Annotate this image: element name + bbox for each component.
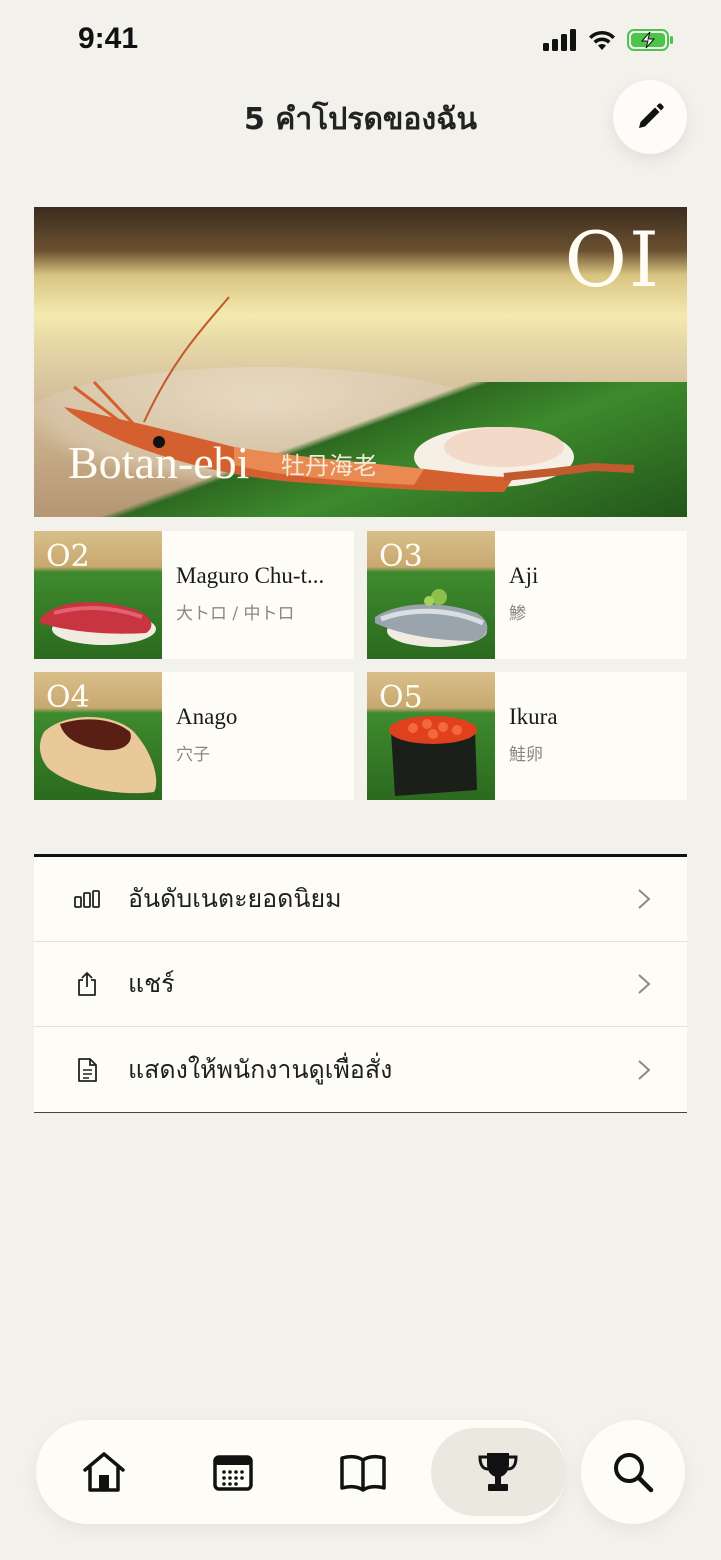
book-icon	[340, 1454, 386, 1492]
edit-button[interactable]	[613, 80, 687, 154]
trophy-icon	[478, 1453, 518, 1491]
menu-label: แสดงให้พนักงานดูเพื่อสั่ง	[128, 1054, 393, 1084]
menu-item-popular-ranking[interactable]: อันดับเนตะยอดนิยม	[34, 857, 687, 942]
hero-rank: OI	[564, 215, 661, 304]
card-name-jp: 大トロ / 中トロ	[176, 604, 295, 624]
tab-favorites[interactable]	[430, 1428, 567, 1516]
tab-bar	[36, 1420, 567, 1524]
chevron-right-icon	[638, 1059, 651, 1080]
favorite-card[interactable]: O3 Aji 鯵	[367, 531, 687, 659]
favorite-card[interactable]: O2 Maguro Chu-t... 大トロ / 中トロ	[34, 531, 354, 659]
battery-charging-icon	[627, 29, 673, 51]
menu-label: แชร์	[128, 969, 175, 998]
card-name: Anago	[176, 704, 238, 729]
search-button[interactable]	[581, 1420, 685, 1524]
hero-name-jp: 牡丹海老	[281, 452, 377, 480]
chevron-right-icon	[638, 889, 651, 909]
tab-book[interactable]	[301, 1428, 425, 1516]
favorite-card[interactable]: O5 Ikura 鮭卵	[367, 672, 687, 800]
home-icon	[83, 1452, 125, 1492]
anago-image: O4	[34, 672, 162, 800]
menu-item-share[interactable]: แชร์	[34, 942, 687, 1027]
aji-image: O3	[367, 531, 495, 659]
menu-item-show-staff[interactable]: แสดงให้พนักงานดูเพื่อสั่ง	[34, 1027, 687, 1112]
calendar-icon	[213, 1455, 254, 1491]
card-rank: O5	[379, 680, 423, 715]
share-icon	[74, 971, 100, 997]
card-rank: O3	[379, 539, 423, 574]
wifi-icon	[589, 30, 615, 50]
hero-name: Botan-ebi	[68, 437, 250, 488]
tab-home[interactable]	[42, 1428, 166, 1516]
pencil-icon	[639, 103, 664, 128]
card-name: Maguro Chu-t...	[176, 563, 325, 588]
ikura-image: O5	[367, 672, 495, 800]
card-name-jp: 鯵	[509, 604, 526, 624]
ranking-bars-icon	[74, 886, 100, 912]
search-icon	[614, 1453, 654, 1493]
card-name: Aji	[509, 563, 539, 588]
card-name: Ikura	[509, 704, 558, 729]
card-name-jp: 鮭卵	[509, 745, 543, 765]
status-icons	[543, 28, 675, 52]
cellular-signal-icon	[543, 29, 576, 51]
chevron-right-icon	[638, 974, 651, 994]
tab-calendar[interactable]	[172, 1428, 296, 1516]
actions-menu: อันดับเนตะยอดนิยม แชร์ แสดงให้พนักงานดูเ…	[34, 854, 687, 1113]
favorite-hero-card[interactable]: OI Botan-ebi 牡丹海老	[34, 207, 687, 517]
card-rank: O4	[46, 680, 90, 715]
maguro-image: O2	[34, 531, 162, 659]
card-rank: O2	[46, 539, 90, 574]
status-bar: 9:41	[0, 0, 721, 80]
card-name-jp: 穴子	[176, 745, 210, 765]
menu-label: อันดับเนตะยอดนิยม	[128, 884, 342, 913]
status-time: 9:41	[78, 22, 139, 55]
favorite-card[interactable]: O4 Anago 穴子	[34, 672, 354, 800]
document-icon	[74, 1057, 100, 1083]
